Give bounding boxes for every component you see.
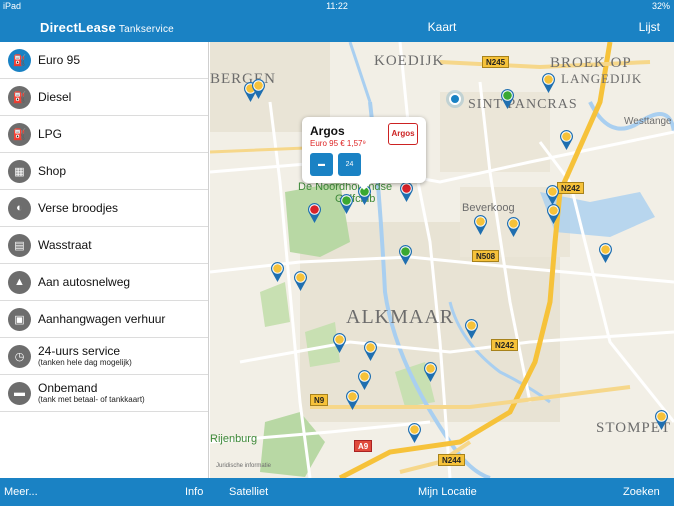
brand-subtitle: Tankservice [118,24,174,35]
shopping-basket-icon: ▦ [8,159,31,183]
map-label-beverkoog: Beverkoog [462,202,515,214]
map-label-alkmaar: ALKMAAR [346,306,455,328]
station-pin[interactable] [506,216,521,238]
filter-label: Verse broodjes [38,200,119,215]
my-location-button[interactable]: Mijn Locatie [418,486,477,498]
navigation-bar: DirectLease Tankservice Kaart Lijst [0,12,674,42]
filter-onbemand[interactable]: ▬ Onbemand (tank met betaal- of tankkaart) [0,375,208,412]
filter-label: LPG [38,126,63,141]
filter-label-wrap: 24-uurs service (tanken hele dag mogelijk… [38,344,132,368]
trailer-icon: ▣ [8,307,31,331]
road-shield-n244: N244 [438,454,466,466]
lpg-pump-icon: ⛽ [8,122,31,146]
filter-sidebar: ⛽ Euro 95 ⛽ Diesel ⛽ LPG ▦ Shop ◐ Verse brood… [0,42,209,478]
station-callout[interactable]: Argos Euro 95 € 1,57⁹ Argos ▬ 24 [302,117,426,190]
clock-24-icon: ◷ [8,344,31,368]
filter-label: Onbemand [38,381,98,395]
highway-icon: ▲ [8,270,31,294]
fuel-pump-icon: ⛽ [8,85,31,109]
current-location-dot [449,93,461,105]
road-shield-n242: N242 [557,182,585,194]
road-shield-n508: N508 [472,250,500,262]
park-area [260,282,290,327]
clock-label: 24 [345,161,354,168]
station-pin[interactable] [559,129,574,151]
filter-label: Diesel [38,89,72,104]
station-pin[interactable] [399,181,414,203]
map-label-sint-pancras: SINT PANCRAS [468,97,578,112]
station-pin[interactable] [345,389,360,411]
filter-euro95[interactable]: ⛽ Euro 95 [0,42,208,79]
filter-label: Shop [38,163,67,178]
station-pin[interactable] [407,422,422,444]
station-pin[interactable] [363,340,378,362]
station-pin[interactable] [339,193,354,215]
map-label-westtange: Westtange [624,116,672,127]
road-shield-n242-south: N242 [491,339,519,351]
station-pin[interactable] [423,361,438,383]
satellite-button[interactable]: Satelliet [229,486,268,498]
road-shield-n9: N9 [310,394,329,406]
map-label-koedijk: KOEDIJK [374,53,445,69]
filter-label-wrap: Onbemand (tank met betaal- of tankkaart) [38,381,145,405]
bottom-toolbar: Meer... Info Satelliet Mijn Locatie Zoek… [0,478,674,506]
fuel-pump-icon: ⛽ [8,48,31,72]
bread-icon: ◐ [8,196,31,220]
canal [348,42,372,103]
brand-logo: Argos [388,123,418,145]
car-wash-icon: ▤ [8,233,31,257]
info-button[interactable]: Info [185,486,203,498]
filter-label: Aan autosnelweg [38,274,131,289]
station-pin[interactable] [654,409,669,431]
search-button[interactable]: Zoeken [623,486,660,498]
card-icon: ▬ [8,381,31,405]
filter-verse-broodjes[interactable]: ◐ Verse broodjes [0,190,208,227]
station-pin[interactable] [473,214,488,236]
filter-label: 24-uurs service [38,344,121,358]
fuel-price: Euro 95 € 1,57⁹ [310,139,366,148]
road-shield-n245: N245 [482,56,510,68]
list-view-button[interactable]: Lijst [639,20,660,34]
clock-24-icon[interactable]: 24 [338,153,361,176]
legal-link[interactable]: Juridische informatie [216,463,271,469]
map-label-broek-op: BROEK OP [550,55,632,71]
station-pin[interactable] [307,202,322,224]
battery-level: 32% [651,1,670,11]
station-pin[interactable] [357,369,372,391]
filter-sublabel: (tank met betaal- of tankkaart) [38,395,145,404]
card-payment-icon[interactable]: ▬ [310,153,333,176]
road-shield-a9: A9 [354,440,373,452]
filter-shop[interactable]: ▦ Shop [0,153,208,190]
filter-label: Wasstraat [38,237,92,252]
more-button[interactable]: Meer... [4,486,38,498]
filter-sublabel: (tanken hele dag mogelijk) [38,358,132,367]
filter-wasstraat[interactable]: ▤ Wasstraat [0,227,208,264]
station-pin[interactable] [500,88,515,110]
filter-label: Euro 95 [38,52,81,67]
station-pin[interactable] [270,261,285,283]
filter-aan-autosnelweg[interactable]: ▲ Aan autosnelweg [0,264,208,301]
station-pin[interactable] [464,318,479,340]
map-label-rijenburg: Rijenburg [210,433,258,445]
brand-name: DirectLease [40,20,116,35]
station-pin[interactable] [251,78,266,100]
filter-label: Aanhangwagen verhuur [38,311,166,326]
map-label-langedijk: LANGEDIJK [561,71,643,86]
filter-24-uurs[interactable]: ◷ 24-uurs service (tanken hele dag mogelij… [0,338,208,375]
station-pin[interactable] [293,270,308,292]
station-pin[interactable] [332,332,347,354]
page-title: Kaart [427,20,457,34]
station-pin[interactable] [541,72,556,94]
status-bar: iPad 11:22 32% [0,0,674,12]
app-brand: DirectLease Tankservice [40,20,174,35]
filter-lpg[interactable]: ⛽ LPG [0,116,208,153]
filter-aanhangwagen[interactable]: ▣ Aanhangwagen verhuur [0,301,208,338]
station-pin[interactable] [598,242,613,264]
station-pin[interactable] [398,244,413,266]
station-name: Argos [310,124,345,138]
station-pin[interactable] [546,203,561,225]
filter-diesel[interactable]: ⛽ Diesel [0,79,208,116]
clock: 11:22 [326,1,348,11]
